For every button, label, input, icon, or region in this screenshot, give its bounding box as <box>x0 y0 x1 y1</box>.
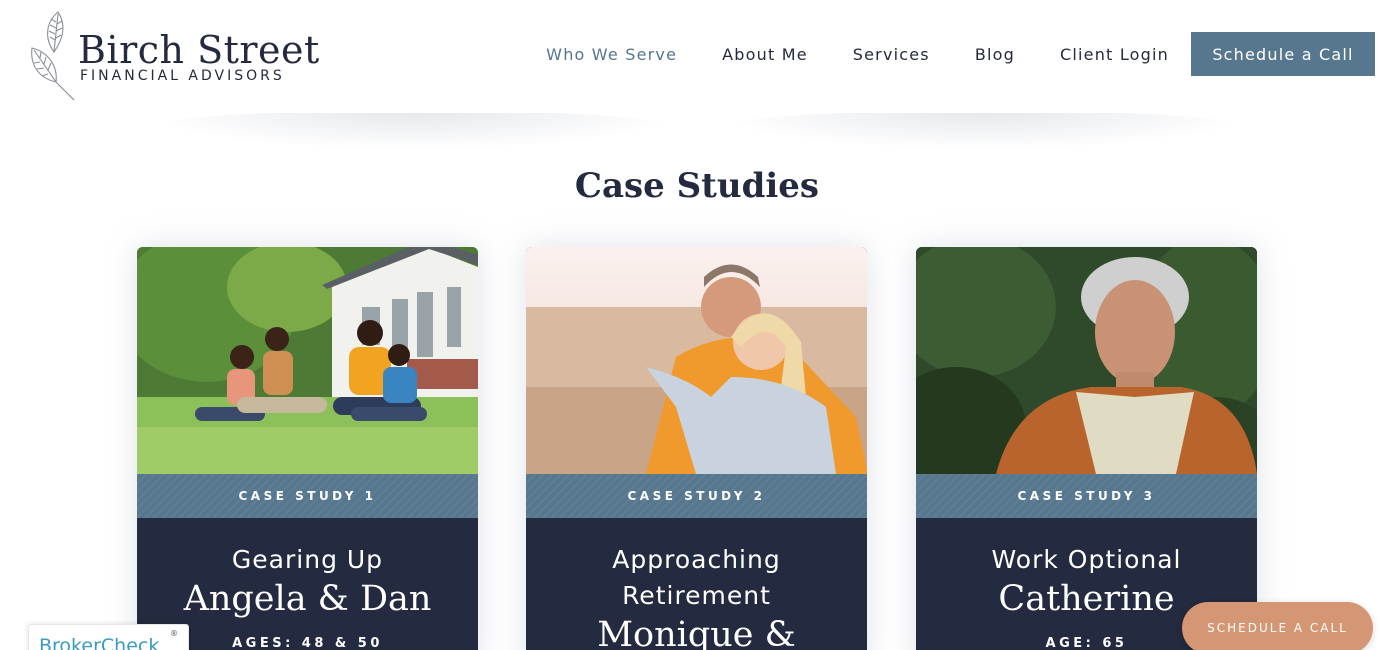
section-title: Case Studies <box>574 166 820 206</box>
decorative-shadow <box>140 110 685 150</box>
brokercheck-label: BrokerCheck <box>39 635 160 650</box>
case-study-name: Monique & <box>597 615 796 650</box>
brand-name: Birch Street <box>78 28 320 72</box>
leaf-logo-icon <box>31 11 75 100</box>
case-study-label: CASE STUDY 1 <box>137 474 478 518</box>
case-study-card-3[interactable]: CASE STUDY 3 Work Optional Catherine AGE… <box>916 247 1257 650</box>
woman-portrait-photo <box>916 247 1257 474</box>
brand-logo[interactable]: Birch Street FINANCIAL ADVISORS <box>28 8 320 100</box>
case-study-card-1[interactable]: CASE STUDY 1 Gearing Up Angela & Dan AGE… <box>137 247 478 650</box>
decorative-shadow <box>710 110 1258 150</box>
nav-who-we-serve[interactable]: Who We Serve <box>546 45 677 64</box>
case-study-label: CASE STUDY 3 <box>916 474 1257 518</box>
case-study-label: CASE STUDY 2 <box>526 474 867 518</box>
site-header: Birch Street FINANCIAL ADVISORS Who We S… <box>0 0 1394 113</box>
brokercheck-badge[interactable]: BrokerCheck ® <box>28 624 189 650</box>
nav-about-me[interactable]: About Me <box>722 45 808 64</box>
case-study-subtitle: Approaching Retirement <box>612 545 781 610</box>
case-study-subtitle: Work Optional <box>991 545 1182 574</box>
floating-schedule-call-button[interactable]: SCHEDULE A CALL <box>1182 602 1373 650</box>
case-study-card-2[interactable]: CASE STUDY 2 Approaching Retirement Moni… <box>526 247 867 650</box>
schedule-call-button[interactable]: Schedule a Call <box>1191 32 1375 76</box>
nav-blog[interactable]: Blog <box>975 45 1015 64</box>
card-body: Approaching Retirement Monique & <box>526 518 867 650</box>
registered-mark: ® <box>170 629 178 638</box>
couple-on-beach-photo <box>526 247 867 474</box>
case-study-name: Angela & Dan <box>183 579 432 619</box>
nav-client-login[interactable]: Client Login <box>1060 45 1169 64</box>
brand-tagline: FINANCIAL ADVISORS <box>80 68 285 84</box>
main-nav: Who We Serve About Me Services Blog Clie… <box>501 32 1375 76</box>
nav-services[interactable]: Services <box>853 45 930 64</box>
case-study-subtitle: Gearing Up <box>231 545 384 574</box>
family-sitting-on-lawn-photo <box>137 247 478 474</box>
